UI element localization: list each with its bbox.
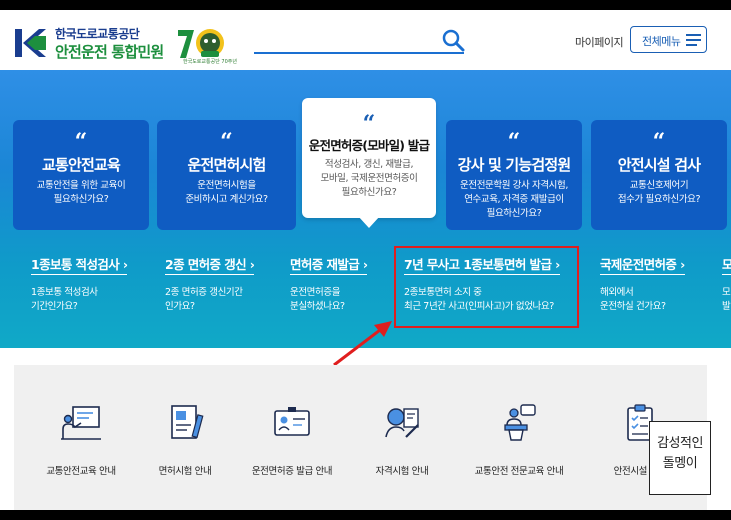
- card-desc: 적성검사, 갱신, 재발급, 모바일, 국제운전면허증이 필요하신가요?: [320, 159, 418, 198]
- highlight-annotation-box: [394, 246, 579, 328]
- anniversary-70-logo-icon: [178, 29, 224, 58]
- card-desc: 운전면허시험을 준비하시고 계신가요?: [185, 180, 268, 205]
- license-doc-icon: [171, 405, 204, 439]
- service-professional-education[interactable]: 교통안전 전문교육 안내: [469, 395, 569, 495]
- service-license-exam[interactable]: 면허시험 안내: [135, 395, 235, 495]
- service-license-issuance[interactable]: 운전면허증 발급 안내: [242, 395, 342, 495]
- card-title: 강사 및 기능검정원: [457, 156, 572, 174]
- card-title: 운전면허시험: [187, 156, 266, 174]
- hero-section: “ 교통안전교육 교통안전을 위한 교육이 필요하신가요? “ 운전면허시험 운…: [0, 70, 731, 367]
- card-instructor-examiner[interactable]: “ 강사 및 기능검정원 운전전문학원 강사 자격시험, 연수교육, 자격증 재…: [446, 120, 582, 230]
- chevron-right-icon: ›: [249, 257, 255, 272]
- chevron-right-icon: ›: [122, 257, 128, 272]
- card-desc: 교통안전을 위한 교육이 필요하신가요?: [36, 180, 126, 205]
- card-desc: 교통신호제어기 접수가 필요하신가요?: [617, 180, 701, 205]
- all-menu-label: 전체메뉴: [642, 35, 681, 48]
- service-traffic-education[interactable]: 교통안전교육 안내: [31, 395, 131, 495]
- anniversary-subtitle: 한국도로교통공단 70주년: [183, 59, 237, 65]
- quote-icon: “: [362, 111, 376, 137]
- service-name[interactable]: 안전운전 통합민원: [55, 41, 164, 62]
- quick-link-partial[interactable]: 모 모발: [722, 254, 731, 314]
- quote-icon: “: [220, 129, 233, 155]
- services-panel: 교통안전교육 안내 면허시험 안내 운전면허증 발급 안내 자격시험 안내 교통…: [14, 365, 707, 510]
- koroad-logo-icon[interactable]: [13, 26, 47, 60]
- quick-link-license-renewal[interactable]: 2종 면허증 갱신 › 2종 면허증 갱신기간 인가요?: [165, 254, 255, 314]
- hamburger-icon: [686, 34, 701, 46]
- org-name: 한국도로교통공단: [55, 27, 140, 41]
- quick-link-international-license[interactable]: 국제운전면허증 › 해외에서 운전하실 건가요?: [600, 254, 685, 314]
- qualification-pen-icon: [385, 408, 419, 438]
- search-input[interactable]: [254, 52, 464, 54]
- quote-icon: “: [507, 129, 521, 155]
- mypage-link[interactable]: 마이페이지: [575, 34, 624, 50]
- card-title: 교통안전교육: [41, 156, 121, 174]
- lecture-podium-icon: [504, 404, 536, 441]
- card-title: 안전시설 검사: [617, 156, 701, 174]
- card-traffic-safety-education[interactable]: “ 교통안전교육 교통안전을 위한 교육이 필요하신가요?: [13, 120, 149, 230]
- service-label: 교통안전 전문교육 안내: [474, 466, 564, 477]
- popup-tail: [358, 216, 380, 228]
- page-frame: 한국도로교통공단 안전운전 통합민원 한국도로교통공단 70주년 마이페이지 전…: [0, 10, 731, 510]
- annotation-arrow-icon: [333, 321, 392, 367]
- watermark-badge: 감성적인 돌멩이: [649, 421, 711, 495]
- card-license-exam[interactable]: “ 운전면허시험 운전면허시험을 준비하시고 계신가요?: [157, 120, 296, 230]
- id-card-icon: [274, 407, 310, 436]
- service-qualification-exam[interactable]: 자격시험 안내: [352, 395, 452, 495]
- chevron-right-icon: ›: [362, 257, 368, 272]
- search-icon[interactable]: [441, 28, 465, 52]
- teacher-board-icon: [61, 406, 101, 440]
- card-license-issuance[interactable]: “ 운전면허증(모바일) 발급 적성검사, 갱신, 재발급, 모바일, 국제운전…: [302, 98, 436, 218]
- quote-icon: “: [652, 129, 666, 155]
- card-desc: 운전전문학원 강사 자격시험, 연수교육, 자격증 재발급이 필요하신가요?: [460, 180, 568, 219]
- quick-link-aptitude-test[interactable]: 1종보통 적성검사 › 1종보통 적성검사 기간인가요?: [31, 254, 128, 314]
- card-safety-facility-inspection[interactable]: “ 안전시설 검사 교통신호제어기 접수가 필요하신가요?: [591, 120, 727, 230]
- quote-icon: “: [74, 129, 88, 155]
- all-menu-button[interactable]: 전체메뉴: [630, 26, 707, 53]
- quick-link-license-reissue[interactable]: 면허증 재발급 › 운전면허증을 분실하셨나요?: [290, 254, 368, 314]
- site-header: 한국도로교통공단 안전운전 통합민원 한국도로교통공단 70주년 마이페이지 전…: [0, 10, 731, 70]
- chevron-right-icon: ›: [680, 257, 685, 272]
- card-title: 운전면허증(모바일) 발급: [308, 138, 430, 153]
